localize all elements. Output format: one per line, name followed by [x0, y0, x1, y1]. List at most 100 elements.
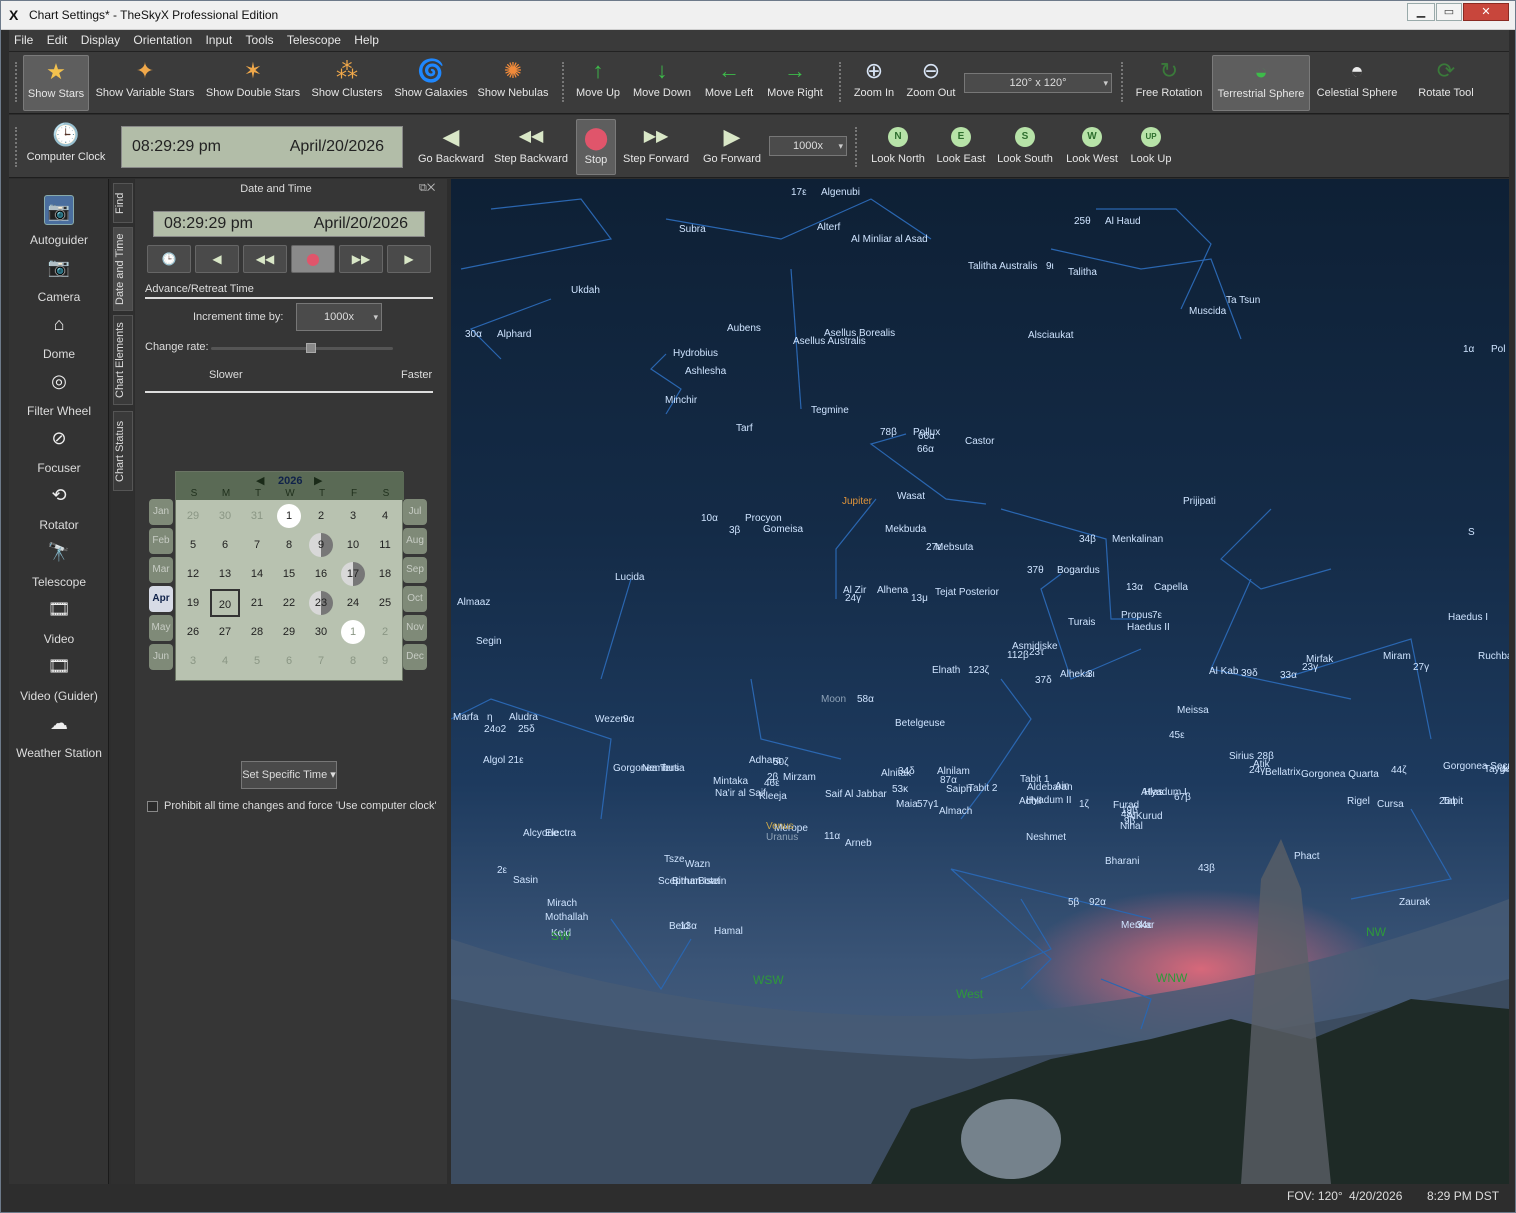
- calendar-day[interactable]: 30: [306, 618, 336, 646]
- calendar-day[interactable]: 6: [274, 647, 304, 675]
- panel-stop-button[interactable]: ⬤: [291, 245, 335, 273]
- star-label[interactable]: 24ο2: [484, 724, 506, 735]
- move-right-button[interactable]: → Move Right: [763, 57, 827, 99]
- device-video[interactable]: 🎞 Video: [9, 594, 109, 646]
- star-label[interactable]: Phact: [1294, 851, 1320, 862]
- calendar-day[interactable]: 27: [210, 618, 240, 646]
- star-label[interactable]: 13μ: [911, 593, 928, 604]
- star-label[interactable]: 27γ: [1413, 662, 1429, 673]
- star-label[interactable]: Gomeisa: [763, 524, 803, 535]
- star-label[interactable]: Elnath: [932, 665, 960, 676]
- calendar-day[interactable]: 9: [370, 647, 400, 675]
- star-label[interactable]: 58α: [857, 694, 874, 705]
- toolbar-grip[interactable]: [15, 127, 18, 167]
- look-west-button[interactable]: W Look West: [1063, 127, 1121, 165]
- menu-file[interactable]: File: [9, 30, 38, 50]
- star-label[interactable]: 23τ: [1029, 647, 1044, 658]
- star-label[interactable]: Aludra: [509, 712, 538, 723]
- star-label[interactable]: Ain: [1055, 781, 1069, 792]
- star-label[interactable]: Mekbuda: [885, 524, 926, 535]
- star-label[interactable]: Alhena: [877, 585, 908, 596]
- calendar-day[interactable]: 6: [210, 531, 240, 559]
- star-label[interactable]: 13α: [680, 921, 697, 932]
- terrestrial-sphere-button[interactable]: ◒ Terrestrial Sphere: [1212, 55, 1310, 111]
- month-button-apr[interactable]: Apr: [149, 586, 173, 612]
- menu-help[interactable]: Help: [349, 30, 384, 50]
- calendar-day[interactable]: 4: [370, 502, 400, 530]
- star-label[interactable]: Bogardus: [1057, 565, 1100, 576]
- star-label[interactable]: Kleeja: [759, 791, 787, 802]
- star-label[interactable]: 37θ: [1027, 565, 1044, 576]
- set-specific-time-button[interactable]: Set Specific Time ▾: [241, 761, 337, 789]
- stop-button[interactable]: ⬤ Stop: [576, 119, 616, 175]
- calendar-day[interactable]: 8: [338, 647, 368, 675]
- star-label[interactable]: Adhil: [1019, 796, 1041, 807]
- star-label[interactable]: Prijipati: [1183, 496, 1216, 507]
- panel-computer-clock-button[interactable]: 🕒: [147, 245, 191, 273]
- star-label[interactable]: 44ι: [1501, 764, 1509, 775]
- panel-go-forward-button[interactable]: ▶: [387, 245, 431, 273]
- rotate-tool-button[interactable]: ⟳ Rotate Tool: [1411, 57, 1481, 99]
- star-label[interactable]: Maia: [896, 799, 918, 810]
- change-rate-slider-thumb[interactable]: [305, 343, 316, 353]
- minimize-button[interactable]: ▁: [1407, 3, 1435, 21]
- star-label[interactable]: 23γ: [1302, 662, 1318, 673]
- computer-clock-button[interactable]: 🕒 Computer Clock: [23, 121, 109, 163]
- look-north-button[interactable]: N Look North: [867, 127, 929, 165]
- star-label[interactable]: 57γ1: [917, 799, 939, 810]
- change-rate-slider-track[interactable]: [211, 343, 393, 353]
- move-up-button[interactable]: ↑ Move Up: [571, 57, 625, 99]
- star-label[interactable]: Wezen: [595, 714, 626, 725]
- star-label[interactable]: 24γ: [845, 593, 861, 604]
- star-label[interactable]: Tejat Posterior: [935, 587, 999, 598]
- tab-date-and-time[interactable]: Date and Time: [113, 227, 133, 311]
- star-label[interactable]: Talitha Australis: [968, 261, 1037, 272]
- star-label[interactable]: 9α: [623, 714, 634, 725]
- star-label[interactable]: Ruchbah: [1478, 651, 1509, 662]
- star-label[interactable]: Al Minliar al Asad: [851, 234, 928, 245]
- star-label[interactable]: Nembus: [642, 763, 679, 774]
- star-label[interactable]: Moon: [821, 694, 846, 705]
- calendar-day[interactable]: 14: [242, 560, 272, 588]
- calendar-day[interactable]: 7: [306, 647, 336, 675]
- star-label[interactable]: 34ε: [1136, 920, 1152, 931]
- month-button-nov[interactable]: Nov: [403, 615, 427, 641]
- increment-select[interactable]: 1000x: [296, 303, 382, 331]
- calendar-day[interactable]: 1: [341, 620, 365, 644]
- sky-chart[interactable]: 17ε Algenubi Subra Alterf Al Minliar al Asad…: [451, 179, 1509, 1184]
- month-button-oct[interactable]: Oct: [403, 586, 427, 612]
- calendar-day[interactable]: 23: [309, 591, 333, 615]
- panel-step-forward-button[interactable]: ▶▶: [339, 245, 383, 273]
- step-forward-button[interactable]: ▶▶ Step Forward: [621, 123, 691, 165]
- star-label[interactable]: 21ε: [508, 755, 524, 766]
- calendar-next-button[interactable]: ▶: [314, 474, 322, 487]
- star-label[interactable]: Arneb: [845, 838, 872, 849]
- star-label[interactable]: 37δ: [1035, 675, 1052, 686]
- star-label[interactable]: 25δ: [518, 724, 535, 735]
- device-autoguider[interactable]: 📷 Autoguider: [9, 195, 109, 247]
- star-label[interactable]: 50ζ: [773, 757, 789, 768]
- calendar-day[interactable]: 7: [242, 531, 272, 559]
- calendar-day[interactable]: 5: [178, 531, 208, 559]
- star-label[interactable]: Miram: [1383, 651, 1411, 662]
- panel-go-backward-button[interactable]: ◀: [195, 245, 239, 273]
- star-label[interactable]: Almaaz: [457, 597, 490, 608]
- show-variable-stars-button[interactable]: ✦ Show Variable Stars: [95, 57, 195, 99]
- star-label[interactable]: 46ε: [764, 778, 780, 789]
- star-label[interactable]: Jupiter: [842, 496, 872, 507]
- star-label[interactable]: Ta Tsun: [1226, 295, 1260, 306]
- calendar-day[interactable]: 8: [274, 531, 304, 559]
- star-label[interactable]: Electra: [545, 828, 576, 839]
- star-label[interactable]: Algol: [483, 755, 505, 766]
- free-rotation-button[interactable]: ↻ Free Rotation: [1131, 57, 1207, 99]
- celestial-sphere-button[interactable]: ◓ Celestial Sphere: [1314, 57, 1400, 99]
- star-label[interactable]: Atik: [1253, 759, 1270, 770]
- menu-input[interactable]: Input: [200, 30, 237, 50]
- calendar-day[interactable]: 20: [210, 589, 240, 617]
- close-button[interactable]: ✕: [1463, 3, 1509, 21]
- star-label[interactable]: Zaurak: [1399, 897, 1430, 908]
- month-button-jul[interactable]: Jul: [403, 499, 427, 525]
- move-left-button[interactable]: ← Move Left: [701, 57, 757, 99]
- star-label[interactable]: Capella: [1154, 582, 1188, 593]
- star-label[interactable]: Hydrobius: [673, 348, 718, 359]
